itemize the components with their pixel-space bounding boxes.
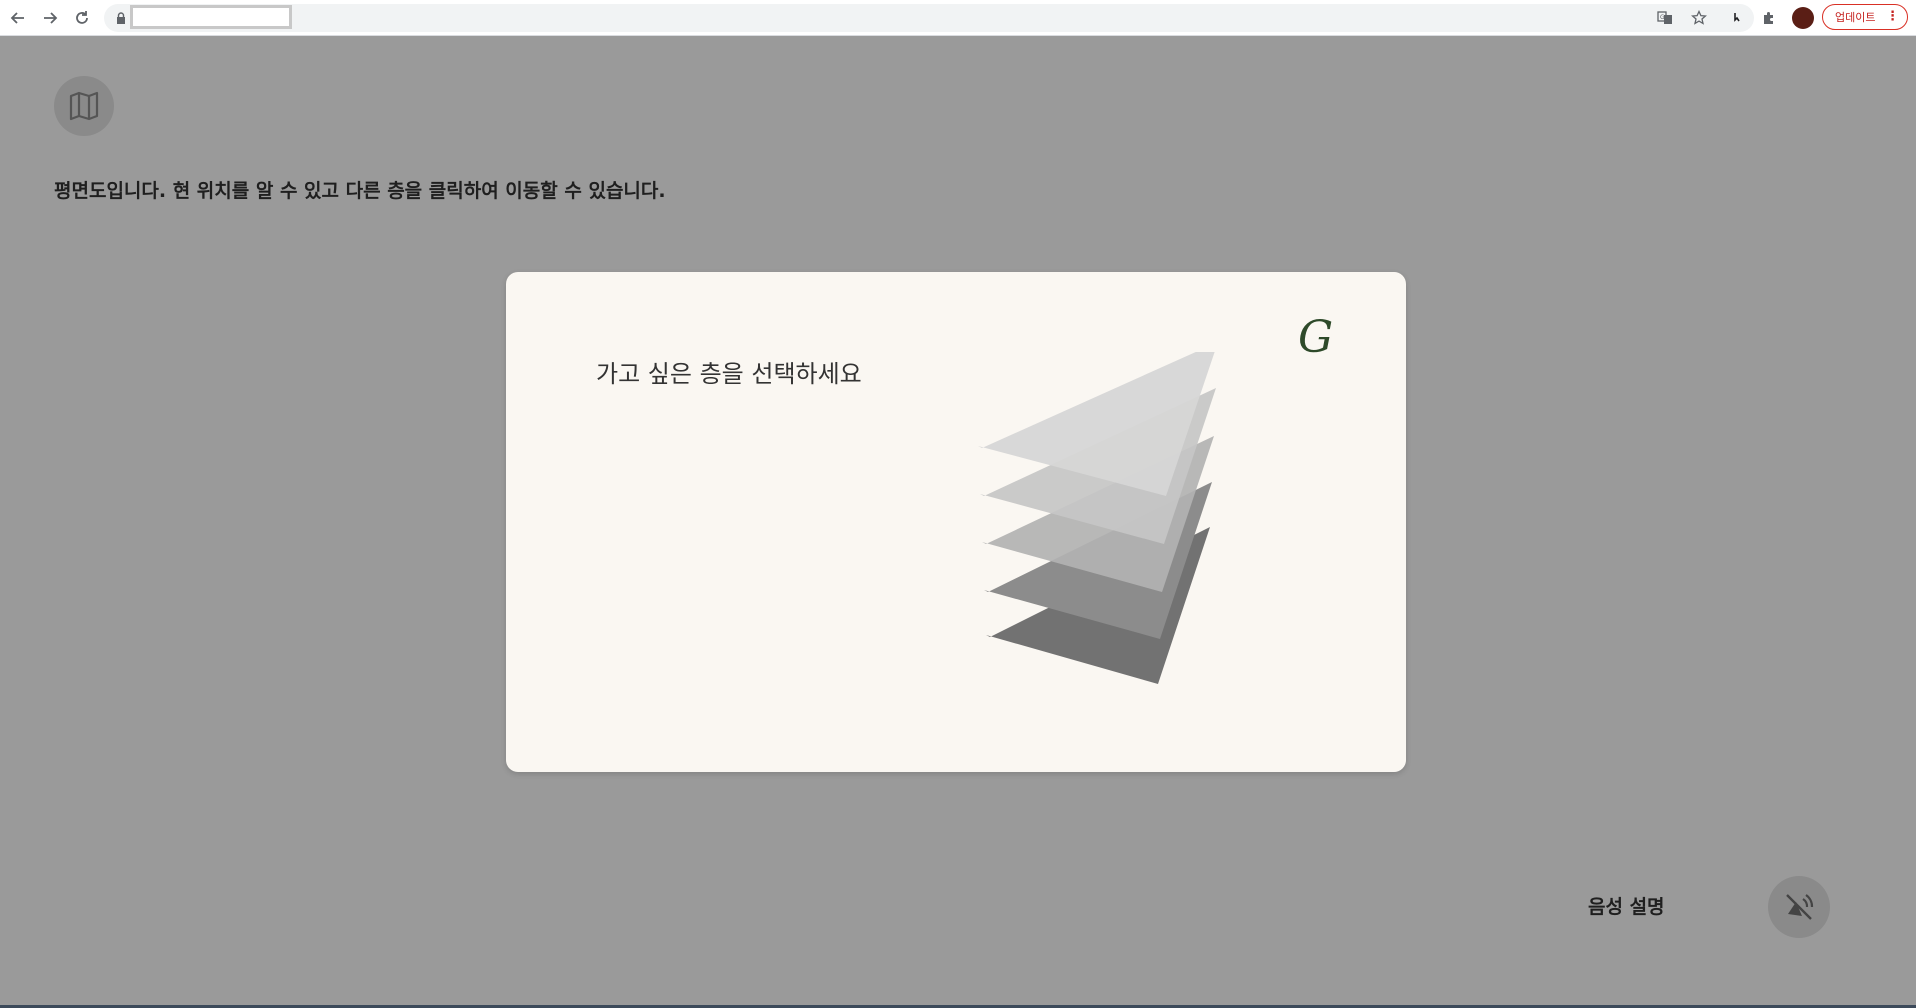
reload-icon bbox=[76, 11, 88, 24]
page-description: 평면도입니다. 현 위치를 알 수 있고 다른 층을 클릭하여 이동할 수 있습… bbox=[54, 180, 666, 202]
brand-logo: G bbox=[1298, 312, 1334, 363]
arrow-right-icon bbox=[44, 12, 58, 24]
more-vert-icon: ⋮ bbox=[1886, 9, 1899, 24]
browser-toolbar: G 업데이트 ⋮ bbox=[0, 0, 1916, 36]
address-bar[interactable] bbox=[104, 4, 1754, 32]
floor-map-button[interactable] bbox=[54, 76, 114, 136]
url-input[interactable] bbox=[130, 5, 292, 29]
forward-button[interactable] bbox=[38, 6, 62, 30]
bookmark-star-icon[interactable] bbox=[1688, 7, 1710, 29]
back-button[interactable] bbox=[6, 6, 30, 30]
update-label: 업데이트 bbox=[1835, 11, 1876, 24]
reload-button[interactable] bbox=[70, 6, 94, 30]
voice-description-label: 음성 설명 bbox=[1588, 896, 1665, 918]
svg-text:G: G bbox=[1660, 14, 1665, 21]
profile-avatar[interactable] bbox=[1792, 7, 1814, 29]
floor-select-dialog: 가고 싶은 층을 선택하세요 G bbox=[506, 272, 1406, 772]
floor-layers-illustration bbox=[978, 352, 1216, 684]
map-icon bbox=[69, 91, 99, 121]
update-button[interactable]: 업데이트 ⋮ bbox=[1822, 4, 1908, 30]
lock-icon bbox=[117, 12, 125, 24]
extension-cursor-icon[interactable] bbox=[1724, 7, 1746, 29]
speaker-muted-icon bbox=[1786, 894, 1814, 920]
dialog-title: 가고 싶은 층을 선택하세요 bbox=[596, 360, 862, 388]
arrow-left-icon bbox=[10, 12, 24, 24]
translate-icon[interactable]: G bbox=[1654, 7, 1676, 29]
voice-description-button[interactable] bbox=[1768, 876, 1830, 938]
extensions-puzzle-icon[interactable] bbox=[1758, 7, 1780, 29]
